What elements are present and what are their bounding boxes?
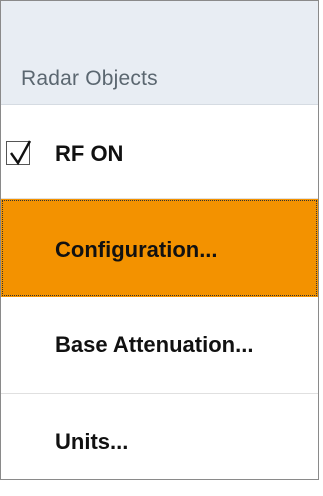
checkbox-checked-icon[interactable] (6, 140, 32, 166)
menu-item-units[interactable]: Units... (1, 394, 318, 479)
menu-header-title: Radar Objects (21, 67, 158, 90)
menu-item-configuration[interactable]: Configuration... (1, 199, 318, 297)
menu-item-label: RF ON (55, 141, 124, 166)
context-menu: Radar Objects RF ON Configuration... Bas… (0, 0, 319, 480)
menu-header: Radar Objects (1, 1, 318, 105)
menu-item-label: Units... (55, 429, 129, 454)
menu-item-base-attenuation[interactable]: Base Attenuation... (1, 297, 318, 394)
menu-item-label: Base Attenuation... (55, 332, 254, 357)
menu-item-rf-on[interactable]: RF ON (1, 105, 318, 199)
menu-item-label: Configuration... (55, 237, 218, 262)
